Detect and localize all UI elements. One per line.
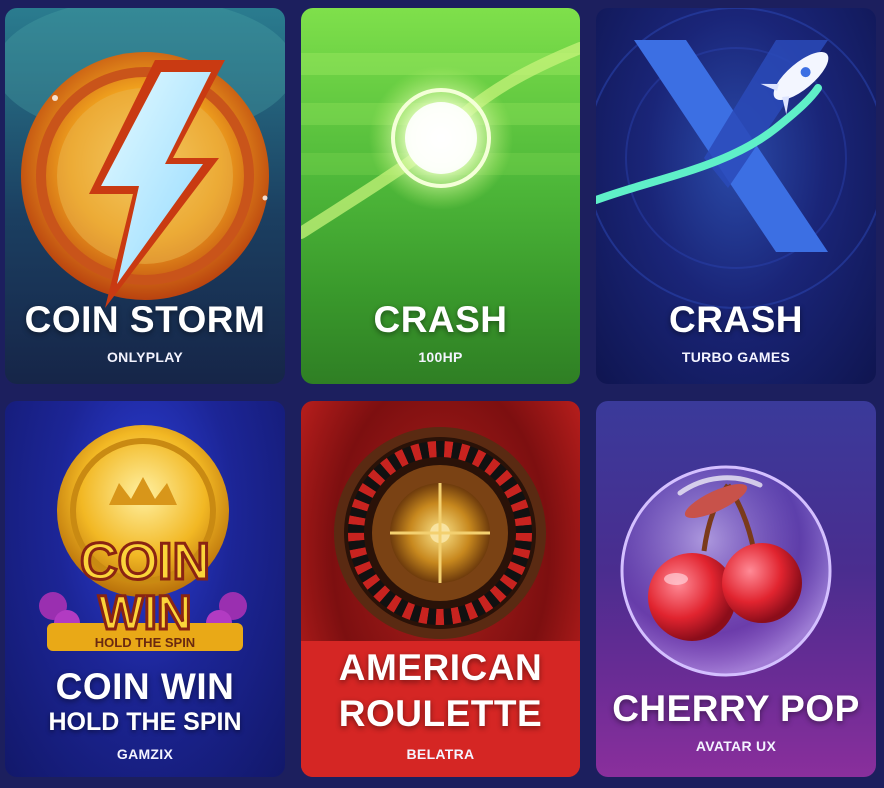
game-title-line2: ROULETTE [338,693,543,734]
game-card-crash-100hp[interactable]: CRASH 100HP [301,8,580,384]
game-provider: 100HP [418,349,463,365]
logo-hold-text: HOLD THE SPIN [95,635,195,650]
game-card-cherry-pop[interactable]: CHERRY POP AVATAR UX [596,401,876,777]
game-title: AMERICAN [338,647,543,688]
game-title: COIN STORM [24,299,266,340]
game-caption: AMERICAN ROULETTE BELATRA [301,645,580,763]
game-provider: AVATAR UX [695,738,777,754]
game-provider: BELATRA [406,746,475,762]
logo-win-text: WIN [98,587,191,640]
game-title: CHERRY POP [612,688,860,729]
logo-coin-text: COIN [80,533,210,591]
game-card-coin-storm[interactable]: COIN STORM ONLYPLAY [5,8,285,384]
game-caption: COIN STORM ONLYPLAY [5,300,285,366]
game-card-crash-turbo[interactable]: CRASH TURBO GAMES [596,8,876,384]
game-provider: GAMZIX [116,746,174,762]
game-title: CRASH [668,299,804,340]
game-provider: TURBO GAMES [681,349,791,365]
game-title: CRASH [373,299,508,340]
game-title: COIN WIN [55,666,235,707]
game-grid: COIN STORM ONLYPLAY CRASH 100HP CRASH TU… [0,0,884,788]
game-card-american-roulette[interactable]: AMERICAN ROULETTE BELATRA [301,401,580,777]
game-subtitle: HOLD THE SPIN [48,708,242,736]
game-provider: ONLYPLAY [106,349,184,365]
game-caption: CRASH 100HP [301,300,580,366]
game-card-coin-win[interactable]: COIN WIN HOLD THE SPIN COIN WIN HOLD THE… [5,401,285,777]
game-caption: CHERRY POP AVATAR UX [596,689,876,755]
game-caption: COIN WIN HOLD THE SPIN GAMZIX [5,667,285,763]
game-caption: CRASH TURBO GAMES [596,300,876,366]
